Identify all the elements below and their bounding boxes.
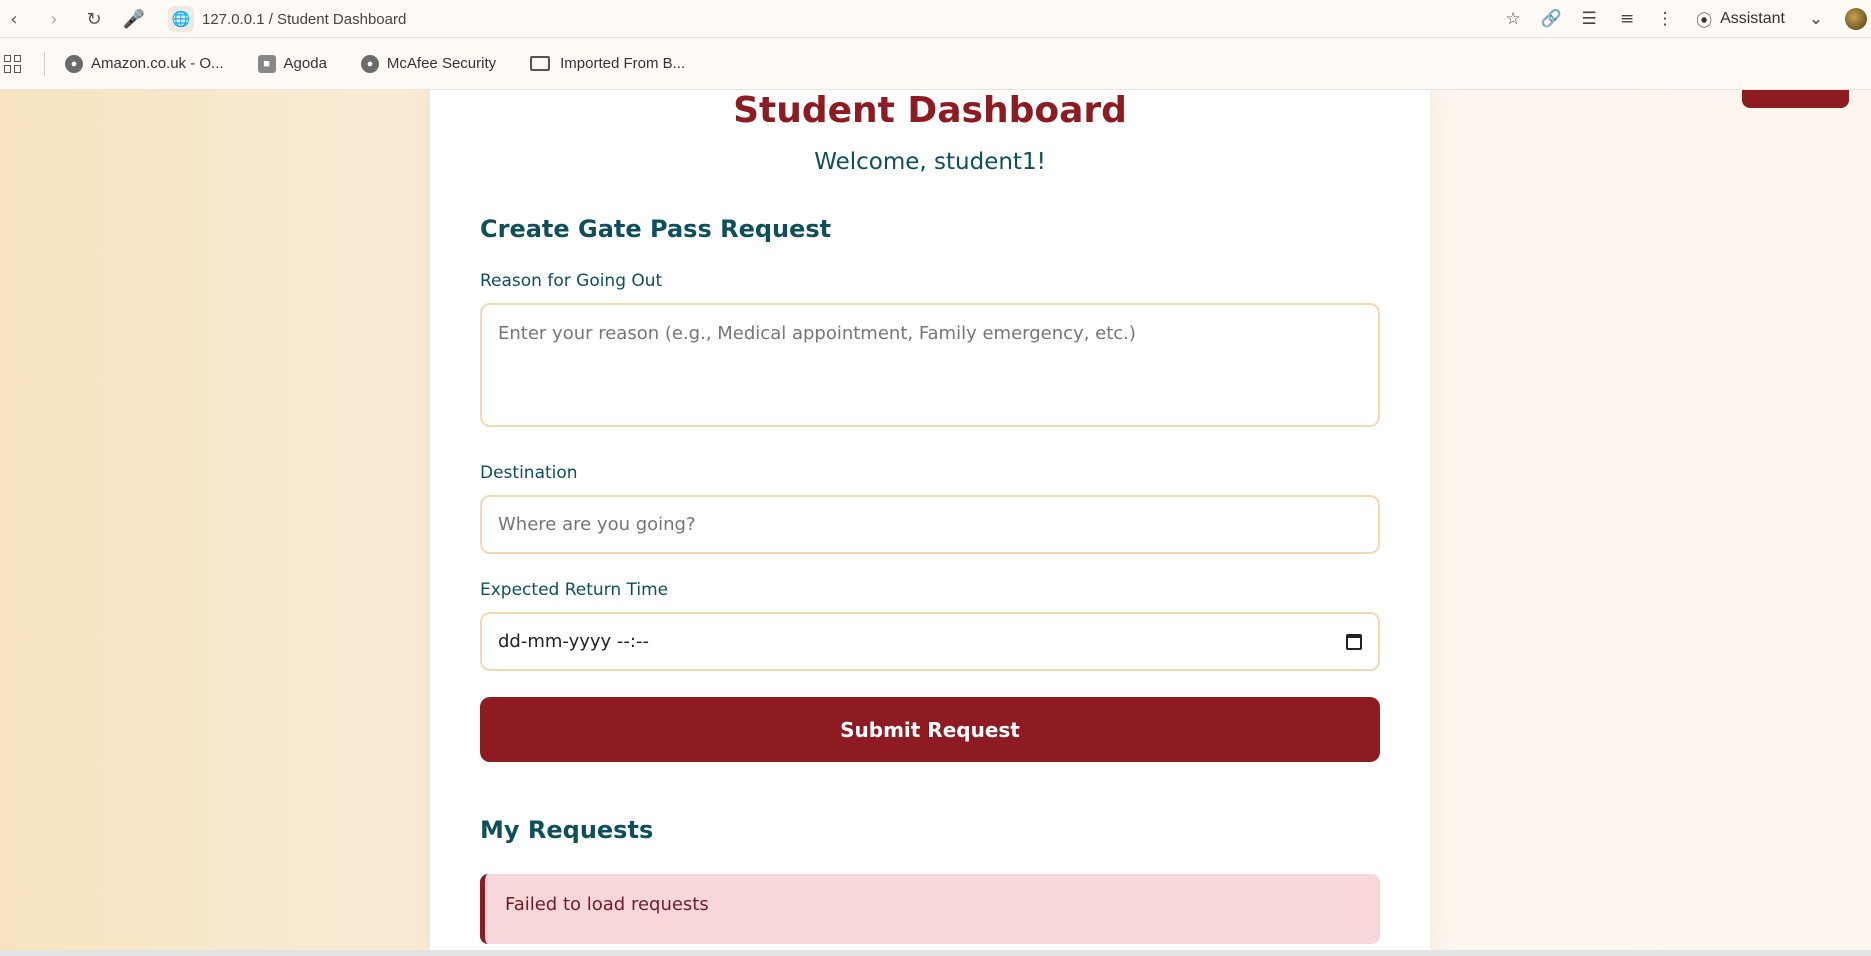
page-title: Student Dashboard [733, 90, 1127, 131]
assistant-label: Assistant [1720, 10, 1785, 27]
assistant-icon: ⦿ [1696, 13, 1713, 30]
logout-button[interactable] [1742, 90, 1849, 108]
browser-toolbar: ‹ › ↻ 🎤 🌐 127.0.0.1 / Student Dashboard … [0, 0, 1871, 38]
chevron-down-icon[interactable]: ⌄ [1797, 4, 1835, 34]
back-icon[interactable]: ‹ [0, 5, 28, 33]
address-url: 127.0.0.1 / Student Dashboard [202, 10, 407, 28]
return-time-placeholder: dd-mm-yyyy --:-- [498, 631, 649, 652]
address-bar[interactable]: 🌐 127.0.0.1 / Student Dashboard [168, 4, 406, 34]
destination-label: Destination [480, 463, 578, 483]
bookmark-agoda[interactable]: ■ Agoda [257, 54, 327, 73]
reason-placeholder: Enter your reason (e.g., Medical appoint… [498, 323, 1136, 344]
globe-icon: 🌐 [168, 6, 194, 32]
avatar[interactable] [1845, 8, 1867, 30]
page-background: Student Dashboard Welcome, student1! Cre… [0, 90, 1871, 950]
link-icon[interactable]: 🔗 [1532, 4, 1570, 34]
bookmarks-separator [44, 51, 45, 76]
voice-icon[interactable]: ⋮ [1646, 4, 1684, 34]
apps-icon[interactable] [4, 54, 22, 73]
bookmark-mcafee[interactable]: ● McAfee Security [360, 54, 497, 73]
submit-request-button[interactable]: Submit Request [480, 697, 1380, 762]
bookmarks-bar: ● Amazon.co.uk - O... ■ Agoda ● McAfee S… [0, 38, 1871, 90]
agoda-icon: ■ [257, 54, 276, 73]
globe-icon: ● [65, 54, 83, 73]
reason-textarea[interactable]: Enter your reason (e.g., Medical appoint… [480, 303, 1380, 427]
bookmark-label: Amazon.co.uk - O... [91, 55, 224, 72]
my-requests-heading: My Requests [480, 816, 654, 844]
assistant-button[interactable]: ⦿ Assistant [1684, 7, 1797, 31]
bookmark-label: McAfee Security [386, 55, 497, 72]
create-request-heading: Create Gate Pass Request [480, 215, 832, 243]
error-alert: Failed to load requests [480, 874, 1380, 944]
welcome-message: Welcome, student1! [814, 149, 1046, 175]
calendar-icon[interactable] [1346, 633, 1362, 650]
mic-icon[interactable]: 🎤 [120, 5, 148, 33]
bookmark-amazon[interactable]: ● Amazon.co.uk - O... [65, 54, 224, 73]
return-time-input[interactable]: dd-mm-yyyy --:-- [480, 612, 1380, 671]
globe-icon: ● [360, 54, 379, 73]
dashboard-card: Student Dashboard Welcome, student1! Cre… [430, 90, 1430, 950]
bookmark-label: Agoda [283, 55, 327, 72]
reason-label: Reason for Going Out [480, 271, 663, 291]
submit-label: Submit Request [840, 717, 1020, 742]
window-bottom-edge [0, 950, 1871, 956]
reload-icon[interactable]: ↻ [80, 5, 108, 33]
star-icon[interactable]: ☆ [1494, 4, 1532, 34]
folder-icon [530, 56, 551, 71]
bookmark-label: Imported From B... [560, 55, 686, 72]
destination-input[interactable]: Where are you going? [480, 495, 1380, 554]
destination-placeholder: Where are you going? [498, 514, 696, 535]
extensions-icon[interactable]: ☰ [1570, 4, 1608, 34]
error-message: Failed to load requests [505, 894, 709, 915]
forward-icon[interactable]: › [40, 5, 68, 33]
reading-list-icon[interactable]: ≡ [1608, 4, 1646, 34]
return-time-label: Expected Return Time [480, 580, 669, 600]
bookmark-imported[interactable]: Imported From B... [530, 55, 685, 72]
